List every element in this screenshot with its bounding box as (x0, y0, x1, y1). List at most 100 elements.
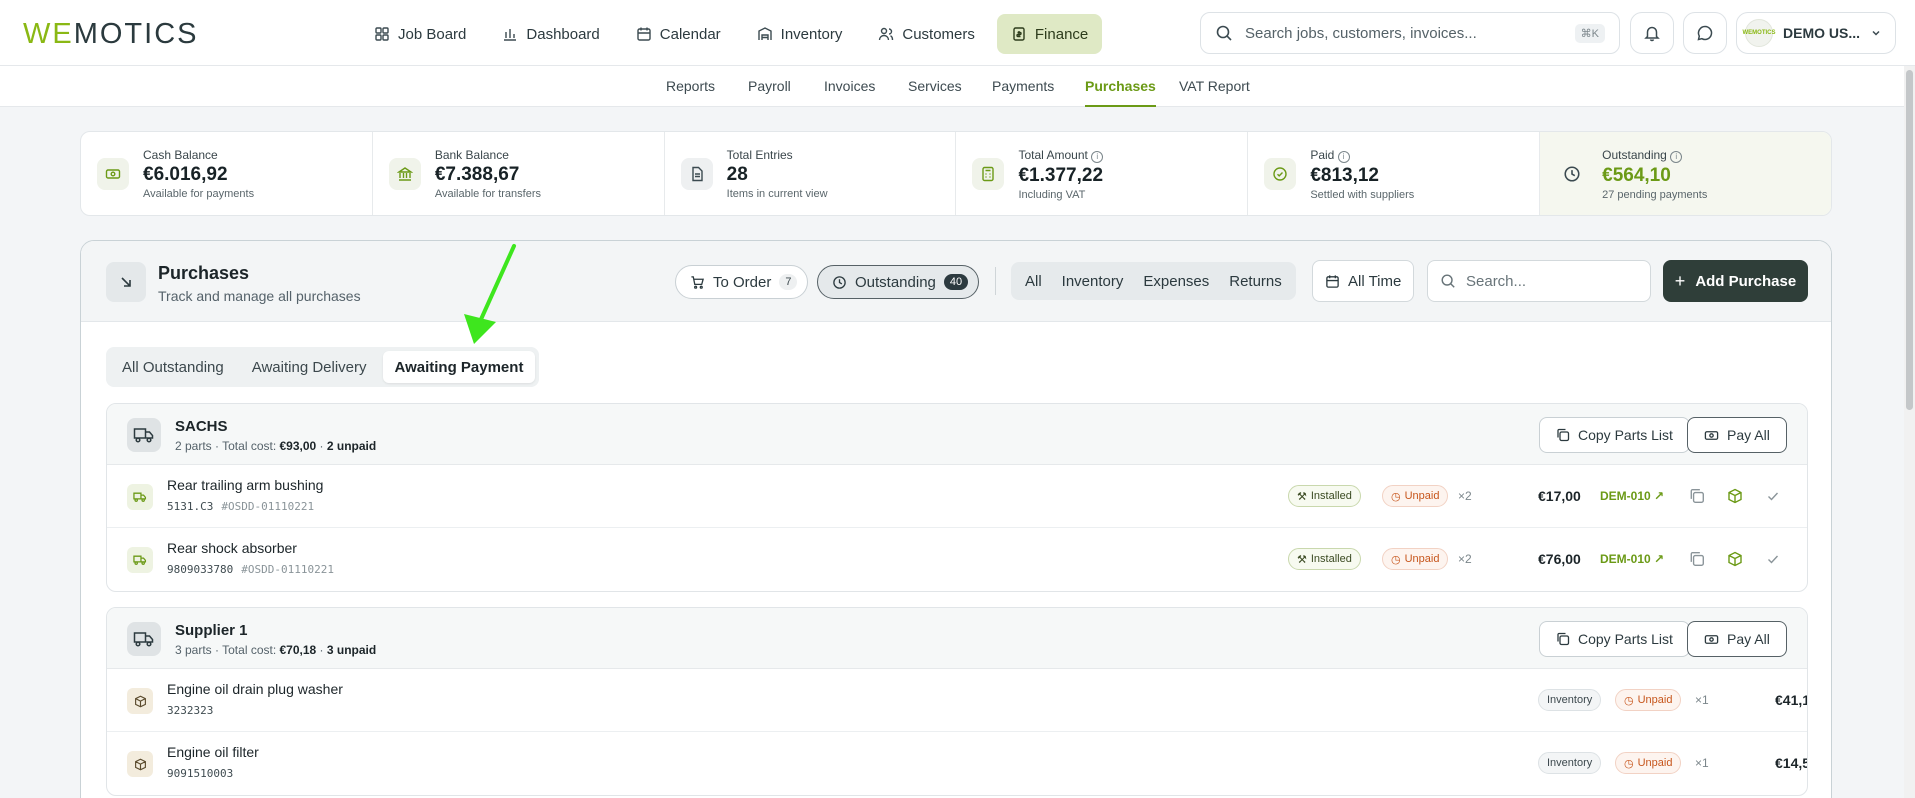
nav-dashboard[interactable]: Dashboard (488, 14, 613, 54)
inventory-badge: Inventory (1538, 689, 1602, 711)
nav-inventory[interactable]: Inventory (743, 14, 857, 54)
truck-icon (127, 622, 161, 656)
to-order-count: 7 (779, 274, 798, 290)
copy-icon[interactable] (1689, 488, 1705, 504)
notifications-button[interactable] (1630, 12, 1674, 54)
divider (995, 267, 996, 295)
check-icon[interactable] (1765, 488, 1781, 504)
subnav-vat-report[interactable]: VAT Report (1179, 78, 1250, 94)
panel-search-input[interactable] (1466, 272, 1626, 290)
logo[interactable]: WEMOTICS (23, 18, 199, 51)
filter-returns[interactable]: Returns (1219, 262, 1292, 300)
user-menu[interactable]: WEMOTICS DEMO US... (1736, 12, 1896, 54)
subnav-reports[interactable]: Reports (666, 78, 715, 94)
copy-parts-list-button[interactable]: Copy Parts List (1539, 417, 1690, 453)
pill-label: Outstanding (855, 273, 936, 291)
time-filter-button[interactable]: All Time (1312, 260, 1415, 302)
collapse-button[interactable] (106, 262, 146, 302)
cart-icon (691, 275, 704, 289)
stat-value: €564,10 (1602, 165, 1671, 186)
tab-awaiting-delivery[interactable]: Awaiting Delivery (240, 351, 379, 383)
panel-header: Purchases Track and manage all purchases… (81, 241, 1831, 322)
supplier-group: SACHS 2 parts · Total cost: €93,00 · 2 u… (106, 403, 1808, 592)
chevron-down-icon (1872, 30, 1880, 36)
check-icon[interactable] (1765, 551, 1781, 567)
check-circle-icon (1264, 158, 1297, 190)
table-row[interactable]: Engine oil filter 9091510003 Inventory ◷… (107, 732, 1807, 795)
subnav-services[interactable]: Services (908, 78, 962, 94)
nav-job-board[interactable]: Job Board (360, 14, 480, 54)
pill-label: To Order (713, 273, 772, 291)
nav-customers[interactable]: Customers (864, 14, 989, 54)
filter-inventory[interactable]: Inventory (1052, 262, 1134, 300)
subnav-payments[interactable]: Payments (992, 78, 1054, 94)
stat-value: €6.016,92 (143, 164, 228, 185)
nav-calendar[interactable]: Calendar (622, 14, 735, 54)
supplier-meta: 3 parts · Total cost: €70,18 · 3 unpaid (175, 643, 377, 657)
table-row[interactable]: Rear trailing arm bushing 5131.C3 #OSDD-0… (107, 465, 1807, 528)
stat-total-amount: Total Amount i €1.377,22 Including VAT (956, 132, 1249, 215)
filter-all[interactable]: All (1015, 262, 1052, 300)
pay-all-button[interactable]: Pay All (1687, 417, 1787, 453)
table-row[interactable]: Engine oil drain plug washer 3232323 Inv… (107, 669, 1807, 732)
stat-cash-balance: Cash Balance €6.016,92 Available for payme… (81, 132, 373, 215)
clock-icon: ◷ (1624, 694, 1634, 707)
stat-label: Total Entries (726, 148, 793, 162)
stat-value: €7.388,67 (434, 164, 520, 185)
nav-label: Inventory (780, 25, 843, 43)
stat-total-entries: Total Entries 28 Items in current view (665, 132, 957, 215)
nav-label: Dashboard (526, 25, 600, 43)
info-icon[interactable]: i (1670, 151, 1683, 163)
info-icon[interactable]: i (1337, 151, 1350, 163)
scrollbar-thumb[interactable] (1906, 70, 1913, 410)
part-code: 9091510003 (167, 767, 234, 780)
add-purchase-label: Add Purchase (1695, 272, 1797, 290)
tab-awaiting-payment[interactable]: Awaiting Payment (382, 351, 536, 383)
supplier-group: Supplier 1 3 parts · Total cost: €70,18 … (106, 607, 1808, 796)
external-link-icon: ↗ (1654, 489, 1665, 503)
subnav-payroll[interactable]: Payroll (748, 78, 791, 94)
add-purchase-button[interactable]: + Add Purchase (1663, 260, 1808, 302)
user-name: DEMO US... (1783, 25, 1861, 41)
part-code: 5131.C3 #OSDD-01110221 (167, 500, 315, 513)
package-icon[interactable] (1727, 488, 1743, 504)
unpaid-badge: ◷ Unpaid (1615, 752, 1682, 774)
stat-value: 28 (726, 164, 748, 185)
copy-parts-list-button[interactable]: Copy Parts List (1539, 621, 1690, 657)
package-icon[interactable] (1727, 551, 1743, 567)
installed-badge: ⚒ Installed (1288, 485, 1361, 507)
nav-label: Job Board (398, 25, 467, 43)
clock-icon: ◷ (1391, 553, 1401, 566)
supplier-name: SACHS (175, 418, 228, 435)
pay-all-button[interactable]: Pay All (1687, 621, 1787, 657)
arrow-down-right-icon (121, 277, 131, 287)
job-link[interactable]: DEM-010 ↗ (1600, 489, 1664, 503)
job-link[interactable]: DEM-010 ↗ (1600, 552, 1664, 566)
clock-icon (1556, 158, 1588, 190)
copy-icon[interactable] (1689, 551, 1705, 567)
nav-finance[interactable]: Finance (996, 14, 1103, 54)
nav-label: Customers (902, 25, 975, 43)
finance-subnav: Reports Payroll Invoices Services Paymen… (0, 66, 1915, 107)
info-icon[interactable]: i (1091, 151, 1104, 163)
scrollbar[interactable] (1904, 66, 1915, 798)
time-filter-label: All Time (1348, 272, 1402, 290)
price: €14,52 (1775, 755, 1807, 771)
tab-all-outstanding[interactable]: All Outstanding (110, 351, 236, 383)
subnav-invoices[interactable]: Invoices (824, 78, 875, 94)
subnav-purchases[interactable]: Purchases (1085, 78, 1156, 107)
inventory-badge: Inventory (1538, 752, 1602, 774)
stat-sub: Including VAT (1018, 189, 1086, 201)
quantity: ×1 (1695, 756, 1709, 770)
to-order-filter[interactable]: To Order 7 (675, 265, 809, 299)
cash-icon (97, 158, 129, 190)
supplier-header: Supplier 1 3 parts · Total cost: €70,18 … (107, 608, 1807, 669)
filter-expenses[interactable]: Expenses (1133, 262, 1219, 300)
global-search[interactable]: ⌘K (1200, 12, 1620, 54)
messages-button[interactable] (1683, 12, 1727, 54)
panel-search[interactable] (1427, 260, 1651, 302)
search-input[interactable] (1245, 24, 1563, 42)
outstanding-filter[interactable]: Outstanding 40 (817, 265, 980, 299)
table-row[interactable]: Rear shock absorber 9809033780 #OSDD-0111… (107, 528, 1807, 591)
main-nav: Job Board Dashboard Calendar Inventory C… (360, 14, 1103, 54)
